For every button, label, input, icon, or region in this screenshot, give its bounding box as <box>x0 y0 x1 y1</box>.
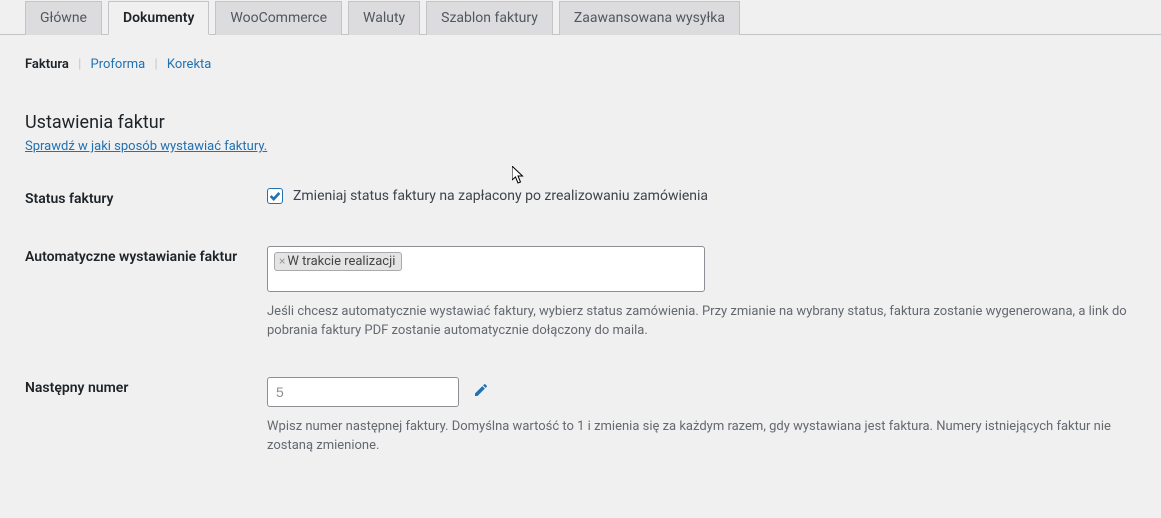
row-next-number: Następny numer Wpisz numer następnej fak… <box>25 377 1136 456</box>
subnav-correction[interactable]: Korekta <box>167 57 212 72</box>
field-invoice-status: Zmieniaj status faktury na zapłacony po … <box>267 188 1136 204</box>
status-tag: × W trakcie realizacji <box>274 252 402 271</box>
tab-invoice-template[interactable]: Szablon faktury <box>426 1 553 35</box>
pencil-icon <box>473 382 489 398</box>
field-next-number: Wpisz numer następnej faktury. Domyślna … <box>267 377 1136 456</box>
tag-label: W trakcie realizacji <box>287 254 395 269</box>
main-tabs: Główne Dokumenty WooCommerce Waluty Szab… <box>0 0 1161 35</box>
tab-main[interactable]: Główne <box>25 1 102 35</box>
auto-invoice-description: Jeśli chcesz automatycznie wystawiać fak… <box>267 302 1136 341</box>
tab-woocommerce[interactable]: WooCommerce <box>215 1 342 35</box>
separator: | <box>154 57 157 72</box>
tab-currencies[interactable]: Waluty <box>348 1 420 35</box>
label-invoice-status: Status faktury <box>25 188 267 210</box>
status-checkbox[interactable] <box>267 188 283 204</box>
content-area: Faktura | Proforma | Korekta Ustawienia … <box>0 35 1161 456</box>
edit-icon[interactable] <box>473 382 489 402</box>
section-title: Ustawienia faktur <box>25 112 1136 133</box>
subnav-invoice[interactable]: Faktura <box>25 57 69 72</box>
auto-invoice-select[interactable]: × W trakcie realizacji <box>267 246 705 292</box>
subnav-proforma[interactable]: Proforma <box>91 57 146 72</box>
next-number-description: Wpisz numer następnej faktury. Domyślna … <box>267 417 1136 456</box>
check-icon <box>268 189 282 203</box>
checkbox-wrap: Zmieniaj status faktury na zapłacony po … <box>267 188 1136 204</box>
tag-remove-icon[interactable]: × <box>279 254 285 268</box>
row-invoice-status: Status faktury Zmieniaj status faktury n… <box>25 188 1136 210</box>
tab-advanced-shipping[interactable]: Zaawansowana wysyłka <box>559 1 740 35</box>
help-link[interactable]: Sprawdź w jaki sposób wystawiać faktury. <box>25 139 267 154</box>
label-auto-invoice: Automatyczne wystawianie faktur <box>25 246 267 268</box>
row-auto-invoice: Automatyczne wystawianie faktur × W trak… <box>25 246 1136 341</box>
document-subnav: Faktura | Proforma | Korekta <box>25 57 1136 72</box>
field-auto-invoice: × W trakcie realizacji Jeśli chcesz auto… <box>267 246 1136 341</box>
status-checkbox-label[interactable]: Zmieniaj status faktury na zapłacony po … <box>293 188 708 204</box>
label-next-number: Następny numer <box>25 377 267 399</box>
next-number-input[interactable] <box>267 377 459 407</box>
next-number-row <box>267 377 1136 407</box>
tab-documents[interactable]: Dokumenty <box>108 1 209 35</box>
separator: | <box>78 57 81 72</box>
